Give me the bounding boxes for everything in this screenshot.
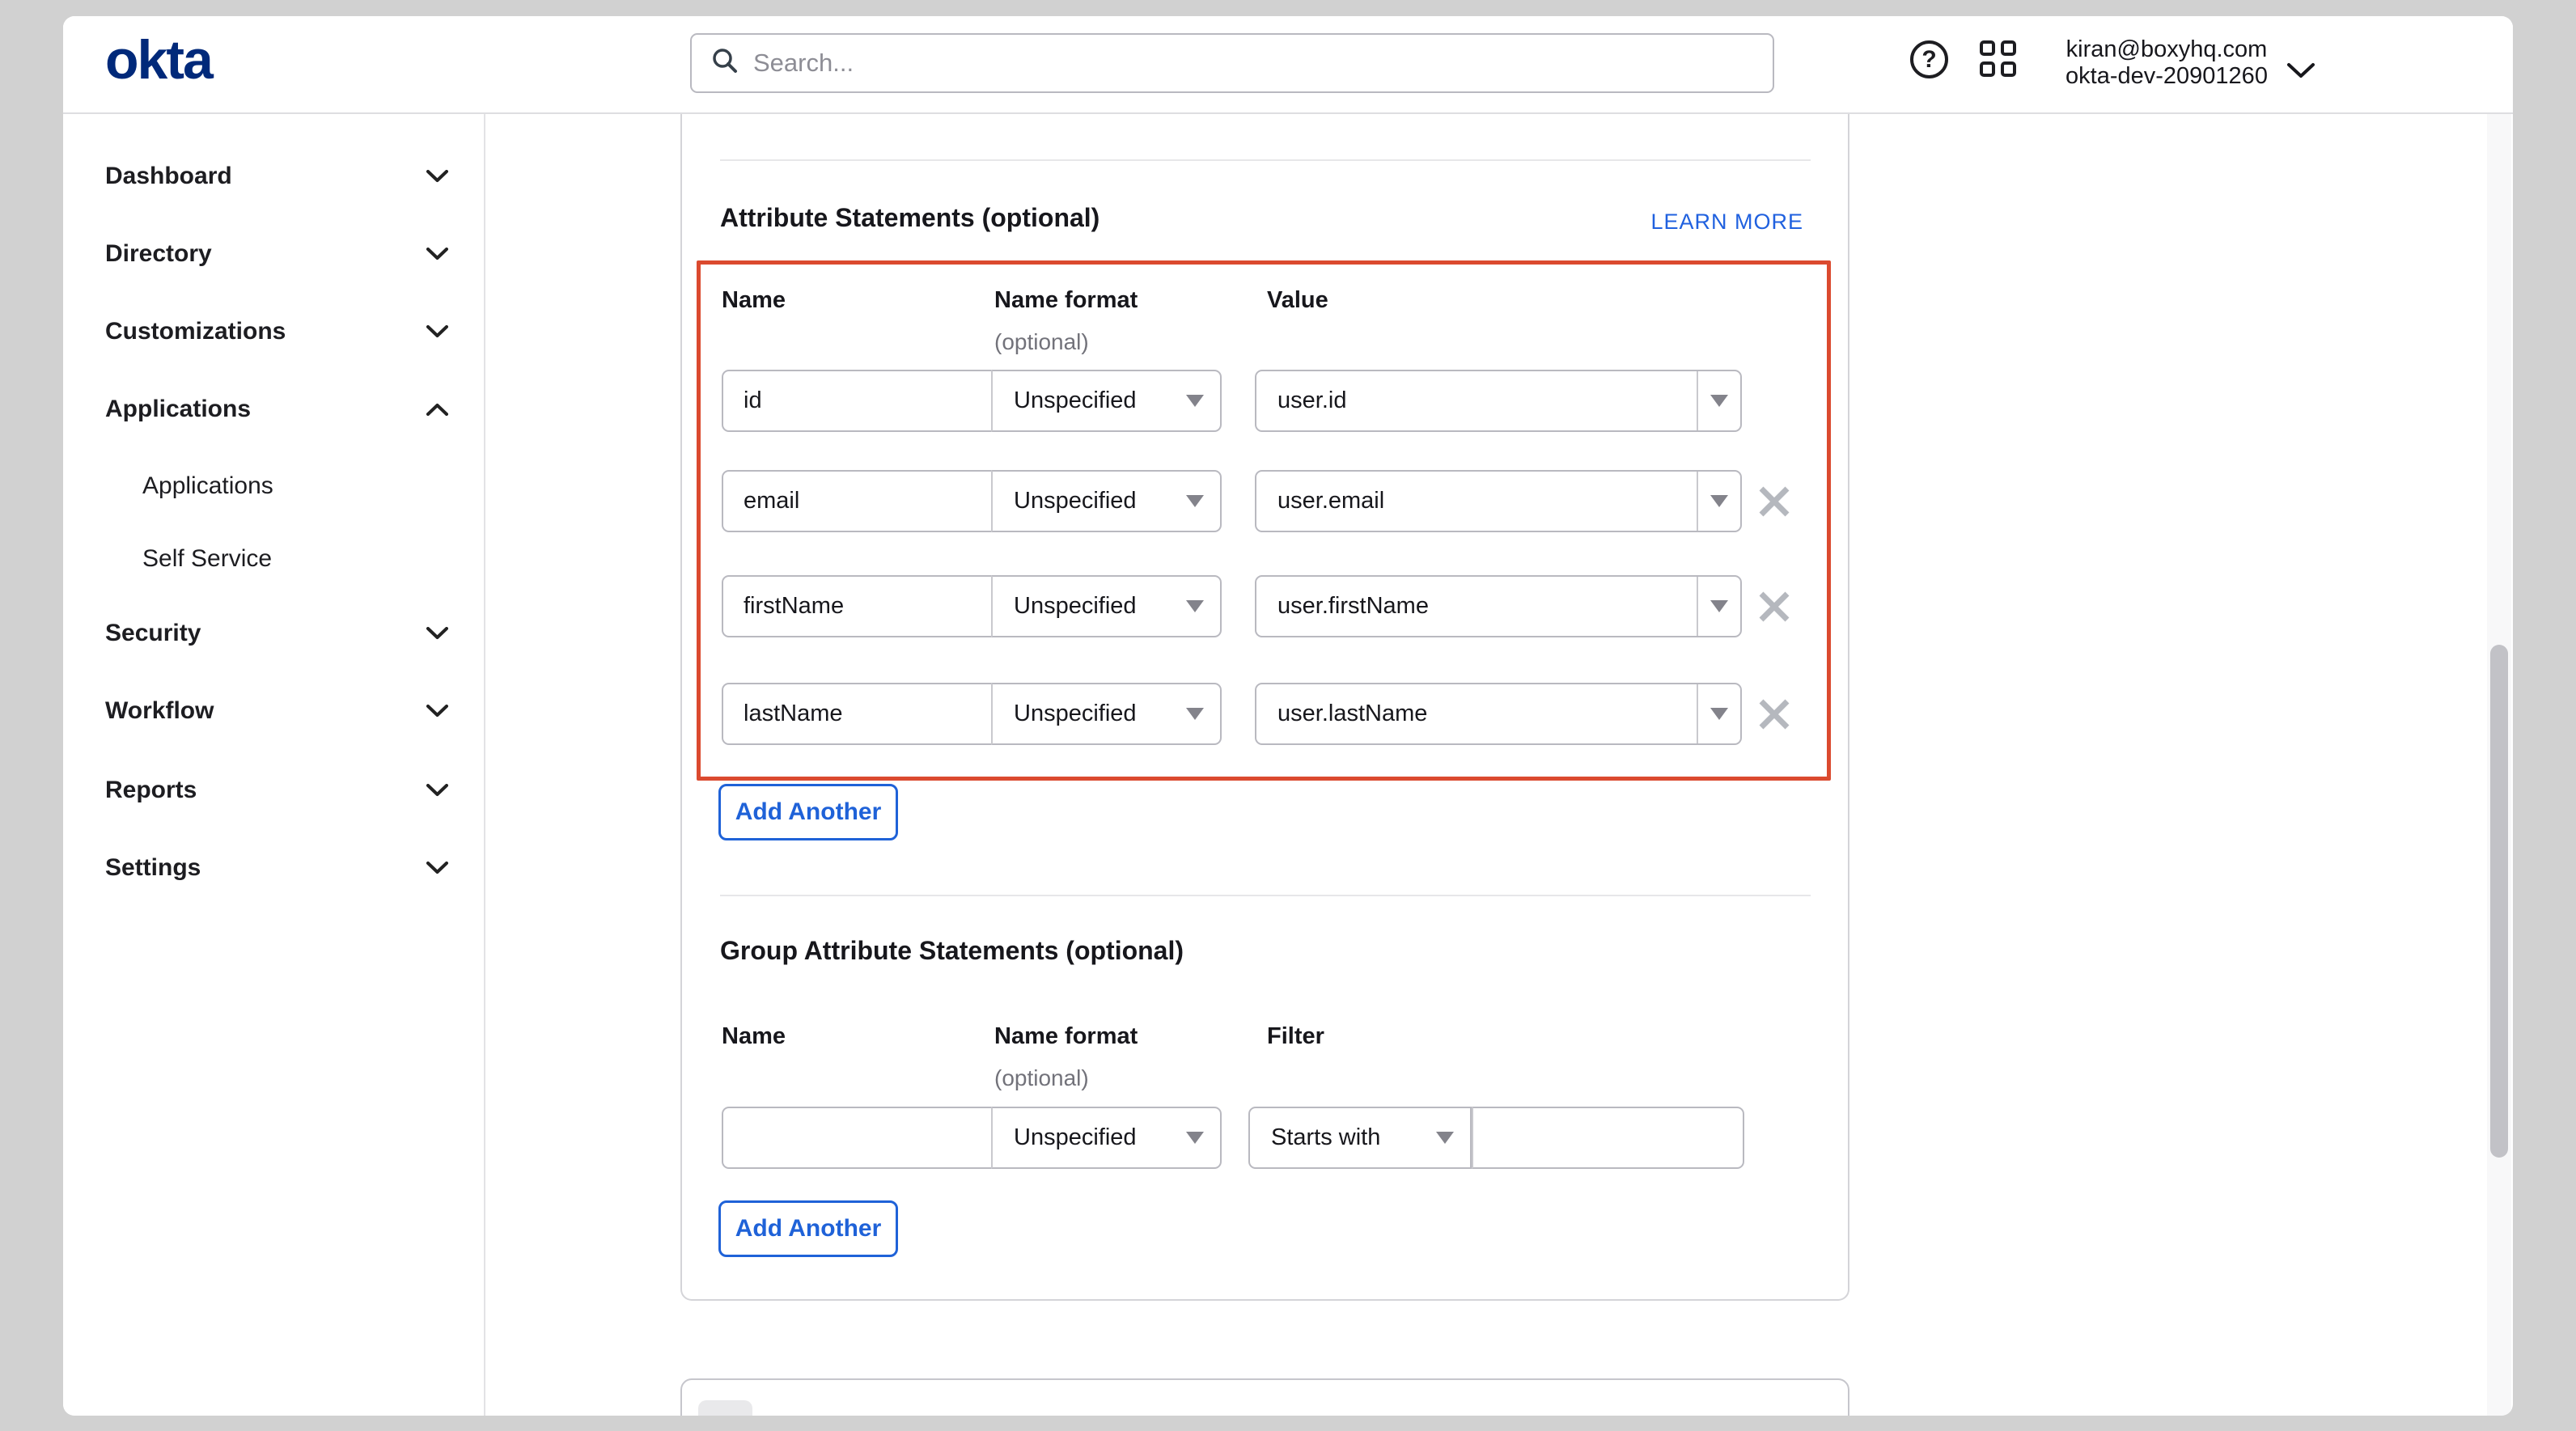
scrollbar-track[interactable] — [2487, 112, 2511, 1416]
value-dropdown-toggle[interactable] — [1697, 371, 1740, 430]
column-header-format-note: (optional) — [994, 329, 1089, 355]
attribute-value-combobox — [1255, 575, 1742, 637]
global-search[interactable] — [690, 33, 1774, 93]
okta-logo: okta — [105, 32, 212, 87]
help-icon[interactable]: ? — [1910, 40, 1948, 78]
chevron-down-icon[interactable] — [2286, 61, 2315, 83]
chevron-down-icon — [426, 627, 448, 640]
group-filter-value-input[interactable] — [1472, 1107, 1744, 1169]
account-org: okta-dev-20901260 — [2061, 63, 2272, 90]
column-header-filter: Filter — [1267, 1023, 1324, 1050]
dropdown-arrow-icon — [1710, 495, 1728, 507]
column-header-name: Name — [722, 1023, 786, 1050]
chevron-up-icon — [426, 403, 448, 416]
column-header-format: Name format — [994, 1023, 1138, 1050]
dropdown-arrow-icon — [1436, 1132, 1454, 1144]
attribute-value-combobox — [1255, 683, 1742, 745]
attribute-statements-title: Attribute Statements (optional) — [720, 203, 1099, 233]
name-format-select[interactable]: Unspecified — [991, 470, 1222, 532]
sidebar-item-security[interactable]: Security — [105, 616, 448, 650]
attribute-value-input[interactable] — [1256, 371, 1697, 430]
dropdown-arrow-icon — [1186, 1132, 1204, 1144]
learn-more-link[interactable]: LEARN MORE — [1650, 210, 1803, 235]
section-divider — [720, 895, 1811, 896]
chevron-down-icon — [426, 705, 448, 718]
sidebar-item-customizations[interactable]: Customizations — [105, 315, 448, 349]
dropdown-arrow-icon — [1710, 600, 1728, 612]
sidebar-item-settings[interactable]: Settings — [105, 851, 448, 885]
dropdown-arrow-icon — [1186, 495, 1204, 507]
attribute-name-input[interactable] — [722, 370, 991, 432]
attribute-value-input[interactable] — [1256, 472, 1697, 531]
attribute-row: Unspecified — [682, 470, 1851, 532]
search-input[interactable] — [753, 49, 1708, 78]
attribute-value-combobox — [1255, 370, 1742, 432]
attribute-value-combobox — [1255, 470, 1742, 532]
sidebar-item-applications[interactable]: Applications — [105, 392, 448, 426]
section-divider — [720, 159, 1811, 161]
dropdown-arrow-icon — [1710, 708, 1728, 720]
dropdown-arrow-icon — [1186, 708, 1204, 720]
desktop: okta ? kiran@boxyhq.com okta-dev-2090126… — [0, 0, 2576, 1431]
attribute-row: Unspecified — [682, 683, 1851, 745]
attribute-row: Unspecified — [682, 370, 1851, 432]
okta-admin-window: okta ? kiran@boxyhq.com okta-dev-2090126… — [63, 16, 2513, 1416]
chevron-down-icon — [426, 784, 448, 797]
dropdown-arrow-icon — [1186, 600, 1204, 612]
chevron-down-icon — [426, 325, 448, 338]
add-another-group-attribute-button[interactable]: Add Another — [718, 1200, 898, 1257]
chevron-down-icon — [426, 170, 448, 183]
sidebar-item-directory[interactable]: Directory — [105, 237, 448, 271]
sidebar-item-dashboard[interactable]: Dashboard — [105, 159, 448, 193]
next-section-card — [680, 1378, 1849, 1416]
name-format-select[interactable]: Unspecified — [991, 370, 1222, 432]
attribute-name-input[interactable] — [722, 683, 991, 745]
group-name-input[interactable] — [722, 1107, 991, 1169]
remove-row-button[interactable] — [1752, 692, 1797, 737]
dropdown-arrow-icon — [1186, 395, 1204, 407]
column-header-format: Name format — [994, 287, 1138, 314]
sidebar-item-workflow[interactable]: Workflow — [105, 694, 448, 728]
sidebar-subitem-applications[interactable]: Applications — [142, 469, 434, 503]
account-email: kiran@boxyhq.com — [2061, 36, 2272, 63]
group-filter-type-select[interactable]: Starts with — [1248, 1107, 1472, 1169]
attribute-row: Unspecified — [682, 575, 1851, 637]
chevron-down-icon — [426, 248, 448, 260]
attribute-name-input[interactable] — [722, 470, 991, 532]
group-attribute-statements-title: Group Attribute Statements (optional) — [720, 936, 1184, 966]
top-bar: okta ? kiran@boxyhq.com okta-dev-2090126… — [63, 16, 2513, 114]
next-section-placeholder-chip — [698, 1400, 752, 1416]
remove-row-button[interactable] — [1752, 584, 1797, 629]
value-dropdown-toggle[interactable] — [1697, 684, 1740, 743]
sidebar-subitem-self-service[interactable]: Self Service — [142, 542, 434, 576]
column-header-format-note: (optional) — [994, 1065, 1089, 1091]
add-another-attribute-button[interactable]: Add Another — [718, 784, 898, 840]
remove-row-button[interactable] — [1752, 479, 1797, 524]
chevron-down-icon — [426, 862, 448, 874]
sidebar-item-reports[interactable]: Reports — [105, 773, 448, 807]
attribute-name-input[interactable] — [722, 575, 991, 637]
group-name-format-select[interactable]: Unspecified — [991, 1107, 1222, 1169]
attribute-value-input[interactable] — [1256, 577, 1697, 636]
value-dropdown-toggle[interactable] — [1697, 577, 1740, 636]
group-attribute-row: Unspecified Starts with — [682, 1107, 1851, 1169]
name-format-select[interactable]: Unspecified — [991, 575, 1222, 637]
attribute-value-input[interactable] — [1256, 684, 1697, 743]
account-menu[interactable]: kiran@boxyhq.com okta-dev-20901260 — [2061, 36, 2272, 90]
column-header-name: Name — [722, 287, 786, 314]
apps-grid-icon[interactable] — [1980, 40, 2018, 78]
sidebar: Dashboard Directory Customizations Appli… — [63, 114, 485, 1416]
scrollbar-thumb[interactable] — [2490, 645, 2508, 1158]
search-icon — [710, 46, 740, 81]
name-format-select[interactable]: Unspecified — [991, 683, 1222, 745]
dropdown-arrow-icon — [1710, 395, 1728, 407]
saml-settings-card: Attribute Statements (optional) LEARN MO… — [680, 112, 1849, 1301]
column-header-value: Value — [1267, 287, 1328, 314]
value-dropdown-toggle[interactable] — [1697, 472, 1740, 531]
